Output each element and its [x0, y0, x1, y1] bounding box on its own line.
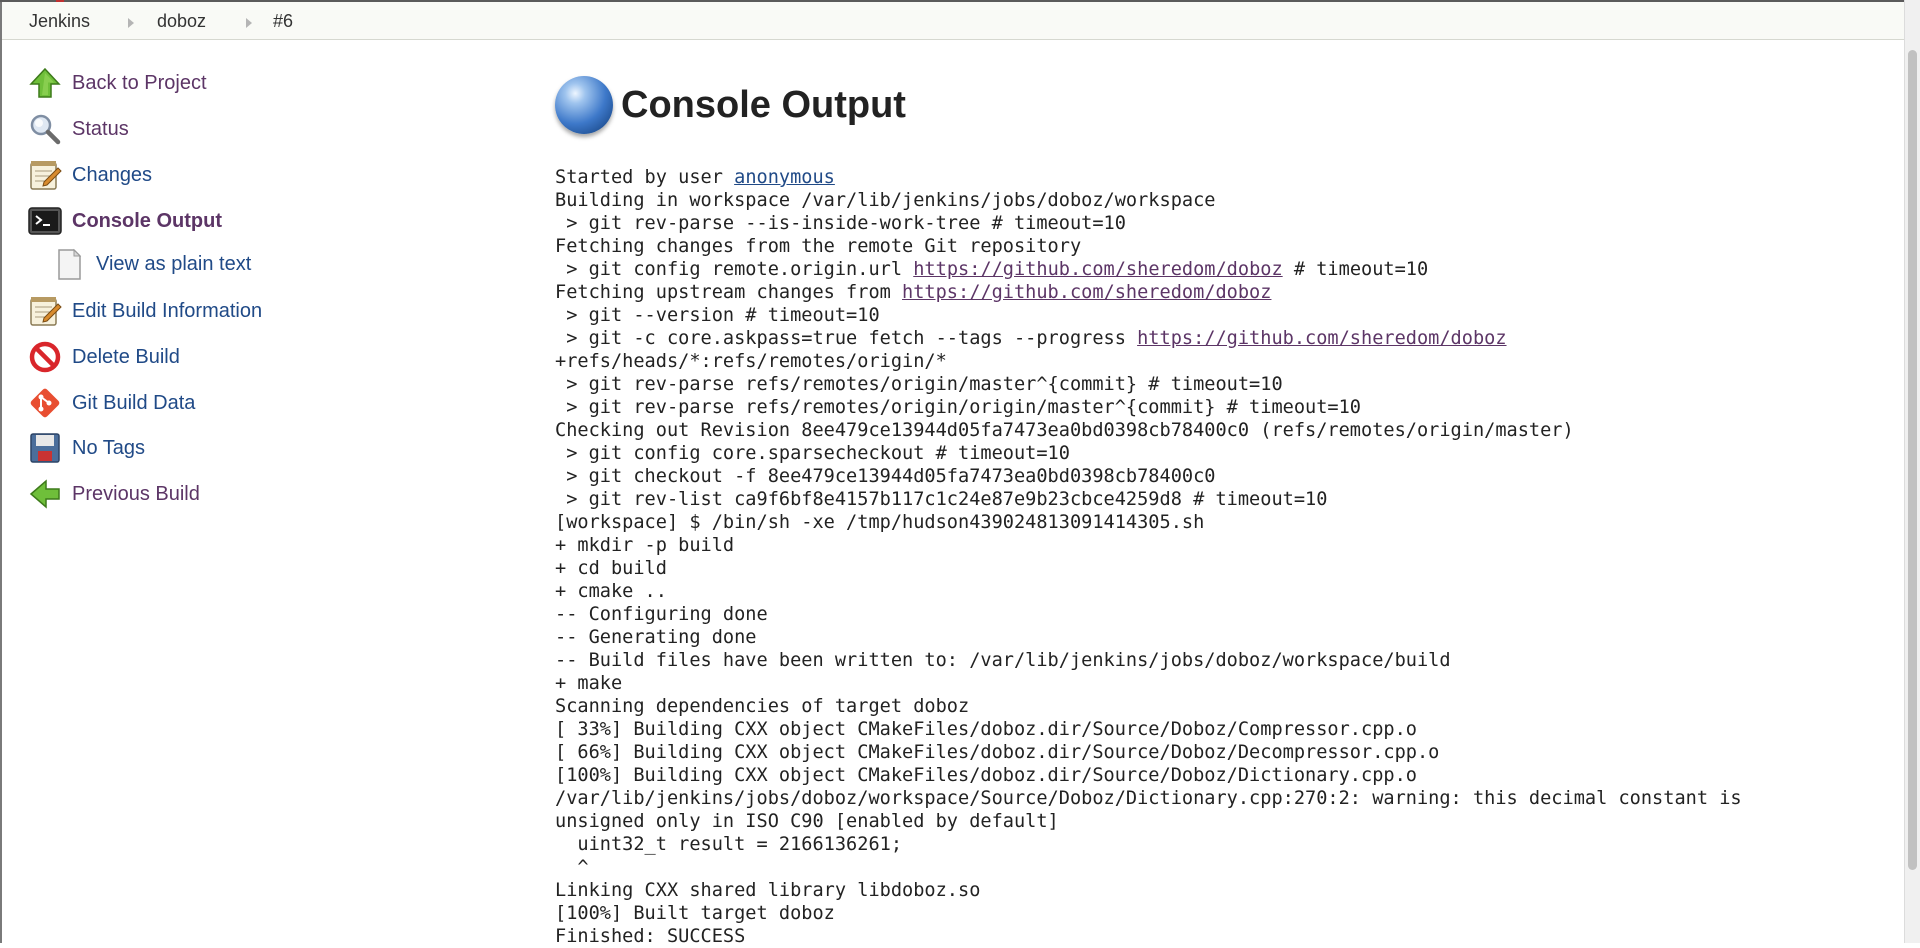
scrollbar-thumb[interactable]: [1908, 50, 1917, 870]
task-no-tags[interactable]: No Tags: [28, 431, 145, 465]
title-row: Console Output: [555, 70, 906, 140]
console-output: Started by user anonymous Building in wo…: [555, 167, 1742, 947]
repo-link[interactable]: https://github.com/sheredom/doboz: [902, 282, 1271, 303]
task-label: Git Build Data: [72, 391, 196, 414]
document-icon: [52, 247, 86, 281]
task-back-to-project[interactable]: Back to Project: [28, 66, 207, 100]
task-label: Status: [72, 117, 129, 140]
vertical-scrollbar[interactable]: [1904, 0, 1920, 943]
task-label: No Tags: [72, 436, 146, 459]
breadcrumb-separator-icon: [128, 18, 134, 28]
breadcrumb-separator-icon: [246, 18, 252, 28]
magnifier-icon: [28, 112, 62, 146]
task-changes[interactable]: Changes: [28, 158, 152, 192]
notepad-icon: [28, 158, 62, 192]
blue-ball-icon: [555, 76, 613, 134]
repo-link[interactable]: https://github.com/sheredom/doboz: [1137, 328, 1506, 349]
breadcrumb: Jenkins doboz #6: [2, 2, 1904, 40]
up-arrow-icon: [28, 66, 62, 100]
task-previous-build[interactable]: Previous Build: [28, 477, 200, 511]
task-console-output[interactable]: Console Output: [28, 204, 222, 238]
task-label: Edit Build Information: [72, 299, 263, 322]
breadcrumb-doboz[interactable]: doboz: [157, 11, 206, 32]
user-link[interactable]: anonymous: [734, 167, 835, 188]
breadcrumb-jenkins[interactable]: Jenkins: [29, 11, 90, 32]
task-label: Previous Build: [72, 482, 200, 505]
task-label: Back to Project: [72, 71, 207, 94]
left-arrow-icon: [28, 477, 62, 511]
task-label: Console Output: [72, 209, 222, 232]
task-git-build-data[interactable]: Git Build Data: [28, 386, 195, 420]
task-label: Changes: [72, 163, 153, 186]
no-entry-icon: [28, 340, 62, 374]
task-delete-build[interactable]: Delete Build: [28, 340, 180, 374]
task-view-plain-text[interactable]: View as plain text: [52, 247, 251, 281]
breadcrumb-build-6[interactable]: #6: [273, 11, 293, 32]
notepad-icon: [28, 294, 62, 328]
task-edit-build-information[interactable]: Edit Build Information: [28, 294, 262, 328]
floppy-disk-icon: [28, 431, 62, 465]
task-label: View as plain text: [96, 252, 252, 275]
git-icon: [28, 386, 62, 420]
terminal-icon: [28, 204, 62, 238]
page-title: Console Output: [621, 83, 906, 126]
task-label: Delete Build: [72, 345, 180, 368]
task-status[interactable]: Status: [28, 112, 129, 146]
repo-link[interactable]: https://github.com/sheredom/doboz: [913, 259, 1282, 280]
